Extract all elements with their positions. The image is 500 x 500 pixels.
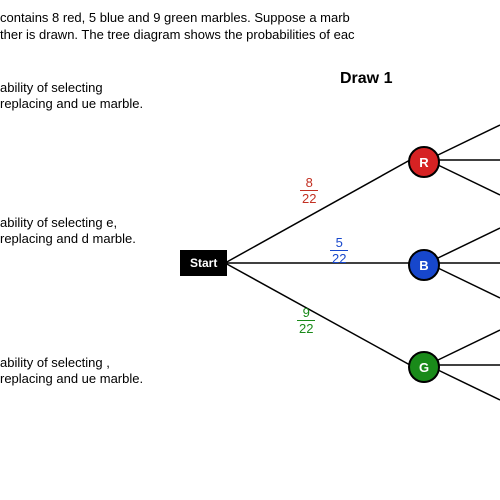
question-b: ability of selecting e, replacing and d … bbox=[0, 215, 150, 246]
problem-intro: contains 8 red, 5 blue and 9 green marbl… bbox=[0, 10, 500, 44]
question-c: ability of selecting , replacing and ue … bbox=[0, 355, 150, 386]
node-blue: B bbox=[408, 249, 440, 281]
prob-red-den: 22 bbox=[300, 191, 318, 206]
intro-line-1: contains 8 red, 5 blue and 9 green marbl… bbox=[0, 10, 500, 27]
prob-green-num: 9 bbox=[297, 305, 315, 321]
prob-green-den: 22 bbox=[297, 321, 315, 336]
intro-line-2: ther is drawn. The tree diagram shows th… bbox=[0, 27, 500, 44]
prob-blue-den: 22 bbox=[330, 251, 348, 266]
prob-green: 9 22 bbox=[297, 305, 315, 336]
prob-blue: 5 22 bbox=[330, 235, 348, 266]
prob-red-num: 8 bbox=[300, 175, 318, 191]
node-red: R bbox=[408, 146, 440, 178]
start-node: Start bbox=[180, 250, 227, 276]
draw1-heading: Draw 1 bbox=[340, 70, 392, 88]
prob-blue-num: 5 bbox=[330, 235, 348, 251]
node-green: G bbox=[408, 351, 440, 383]
prob-red: 8 22 bbox=[300, 175, 318, 206]
question-a: ability of selecting replacing and ue ma… bbox=[0, 80, 150, 111]
